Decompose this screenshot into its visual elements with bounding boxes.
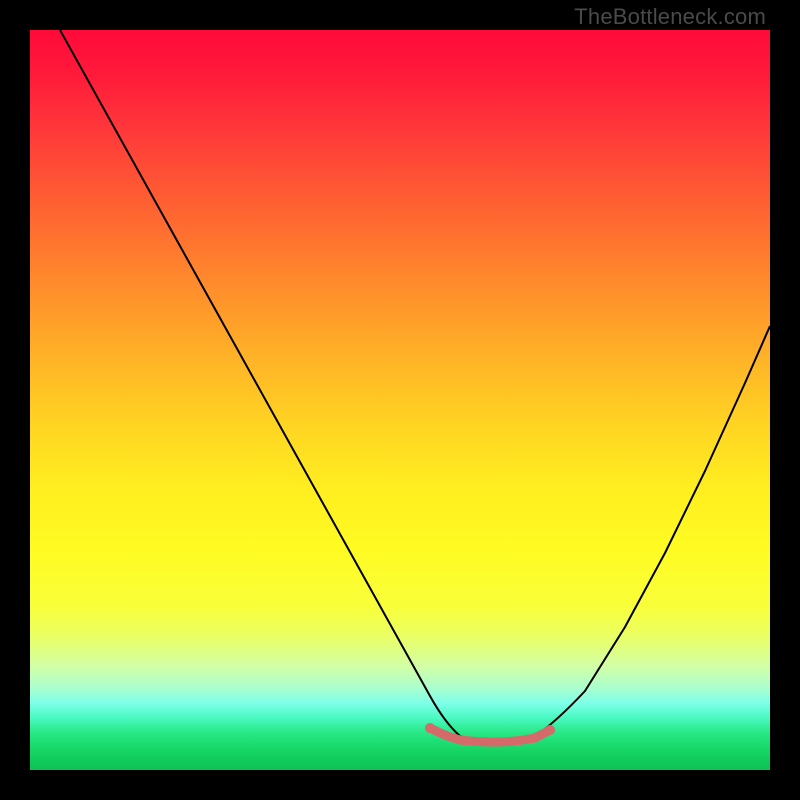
valley-highlight (430, 728, 550, 742)
valley-end-dot (545, 725, 555, 735)
plot-area (30, 30, 770, 770)
valley-start-dot (425, 723, 435, 733)
bottleneck-curve (60, 30, 770, 742)
watermark-text: TheBottleneck.com (574, 4, 766, 30)
chart-frame: TheBottleneck.com (0, 0, 800, 800)
curve-layer (30, 30, 770, 770)
